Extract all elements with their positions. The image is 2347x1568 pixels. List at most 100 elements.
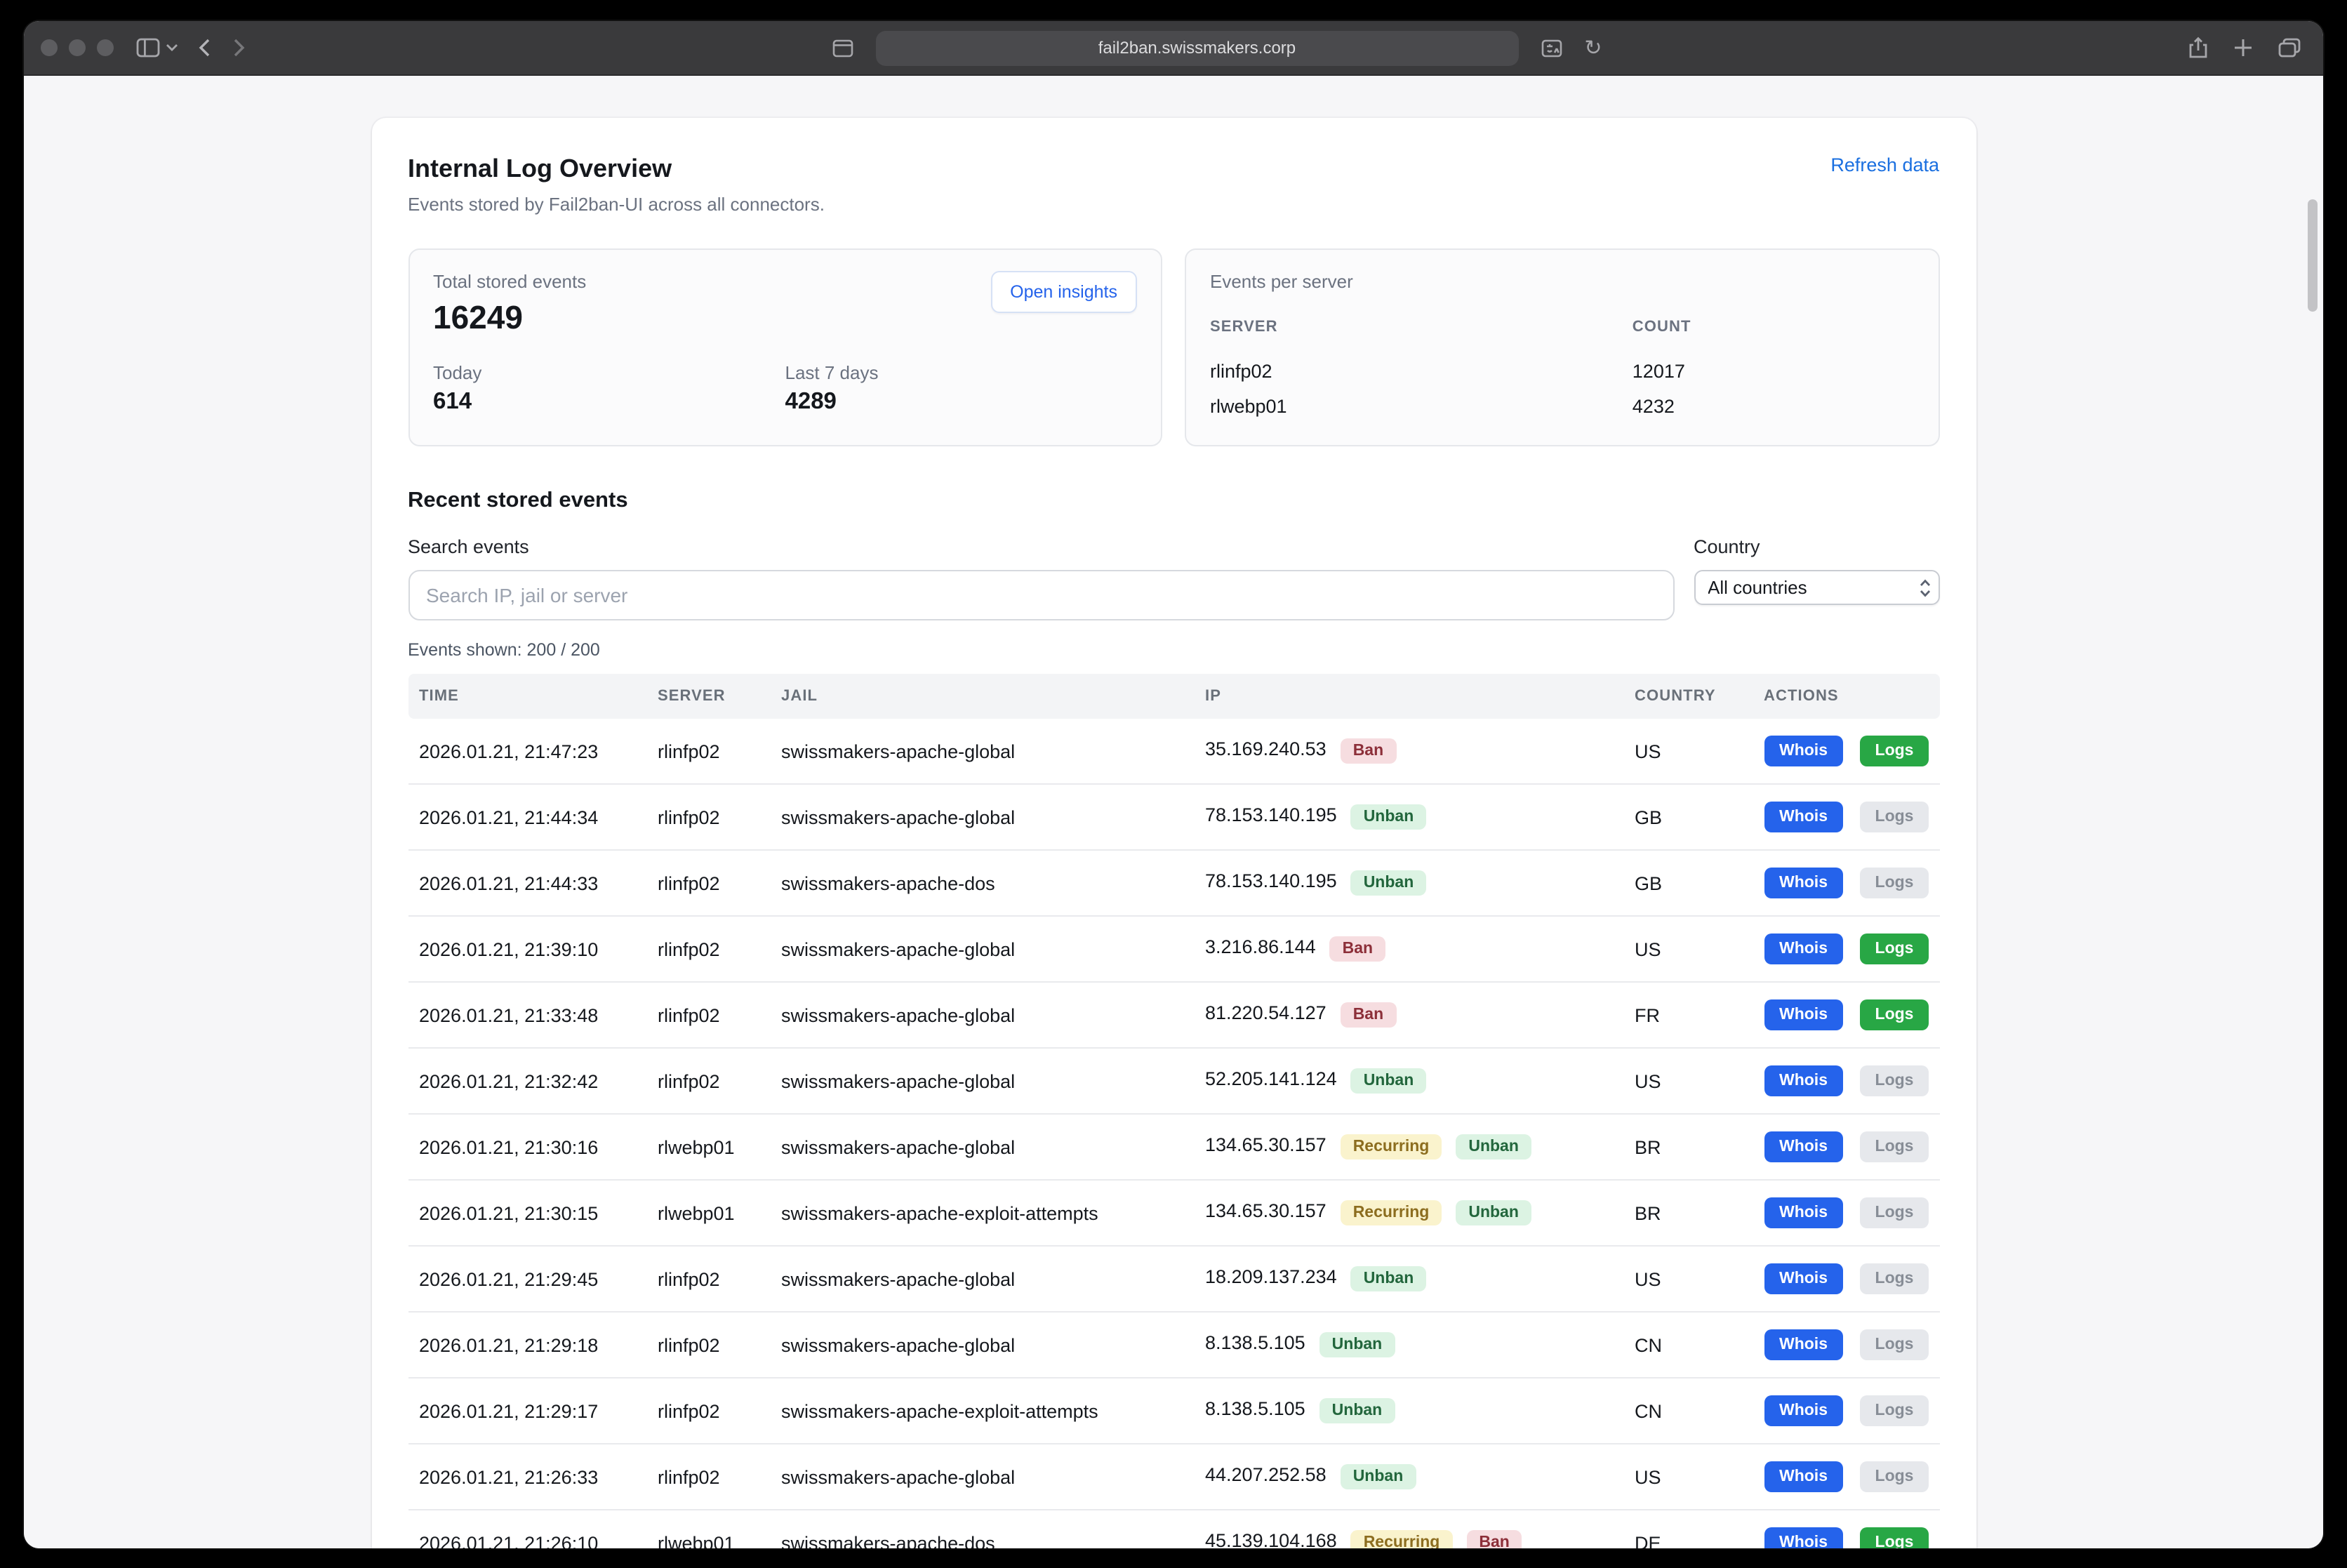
col-server: SERVER: [646, 674, 770, 719]
chevron-down-icon: [166, 44, 178, 52]
events-controls: Search events Country All countries: [408, 536, 1939, 620]
event-row: 2026.01.21, 21:26:33 rlinfp02 swissmaker…: [408, 1444, 1939, 1510]
page-subtitle: Events stored by Fail2ban-UI across all …: [408, 194, 825, 215]
whois-button[interactable]: Whois: [1764, 999, 1843, 1030]
server-name: rlinfp02: [1210, 361, 1633, 382]
event-row: 2026.01.21, 21:44:34 rlinfp02 swissmaker…: [408, 784, 1939, 850]
whois-button[interactable]: Whois: [1764, 736, 1843, 766]
event-server: rlwebp01: [646, 1114, 770, 1180]
logs-button[interactable]: Logs: [1860, 999, 1929, 1030]
event-time: 2026.01.21, 21:30:15: [408, 1180, 646, 1246]
logs-button[interactable]: Logs: [1860, 1131, 1929, 1162]
event-time: 2026.01.21, 21:39:10: [408, 916, 646, 982]
event-row: 2026.01.21, 21:32:42 rlinfp02 swissmaker…: [408, 1048, 1939, 1114]
whois-button[interactable]: Whois: [1764, 1263, 1843, 1294]
event-time: 2026.01.21, 21:29:45: [408, 1246, 646, 1312]
window-controls: [41, 39, 114, 56]
event-ip-cell: 8.138.5.105Unban: [1194, 1378, 1623, 1444]
share-icon[interactable]: [2188, 36, 2208, 59]
logs-button[interactable]: Logs: [1860, 1461, 1929, 1492]
country-select[interactable]: All countries: [1694, 570, 1939, 605]
logs-button[interactable]: Logs: [1860, 1329, 1929, 1360]
event-time: 2026.01.21, 21:26:10: [408, 1510, 646, 1548]
badge-ban: Ban: [1341, 1002, 1396, 1028]
whois-button[interactable]: Whois: [1764, 1131, 1843, 1162]
event-country: CN: [1623, 1378, 1753, 1444]
forward-button[interactable]: [233, 38, 246, 58]
close-button[interactable]: [41, 39, 58, 56]
event-time: 2026.01.21, 21:29:17: [408, 1378, 646, 1444]
whois-button[interactable]: Whois: [1764, 1395, 1843, 1426]
event-row: 2026.01.21, 21:33:48 rlinfp02 swissmaker…: [408, 982, 1939, 1048]
col-country: COUNTRY: [1623, 674, 1753, 719]
event-country: US: [1623, 1048, 1753, 1114]
event-jail: swissmakers-apache-global: [770, 1114, 1194, 1180]
event-actions: Whois Logs: [1753, 1510, 1939, 1548]
event-jail: swissmakers-apache-global: [770, 1444, 1194, 1510]
whois-button[interactable]: Whois: [1764, 934, 1843, 964]
event-row: 2026.01.21, 21:30:16 rlwebp01 swissmaker…: [408, 1114, 1939, 1180]
whois-button[interactable]: Whois: [1764, 802, 1843, 832]
event-country: US: [1623, 916, 1753, 982]
badge-unban: Unban: [1351, 804, 1427, 830]
per-server-col-server: SERVER: [1210, 319, 1633, 347]
logs-button[interactable]: Logs: [1860, 736, 1929, 766]
translate-icon[interactable]: [1541, 39, 1562, 57]
event-actions: Whois Logs: [1753, 850, 1939, 916]
page-icon[interactable]: [832, 39, 853, 57]
event-ip-cell: 78.153.140.195Unban: [1194, 850, 1623, 916]
url-text: fail2ban.swissmakers.corp: [1098, 38, 1296, 58]
whois-button[interactable]: Whois: [1764, 1197, 1843, 1228]
event-row: 2026.01.21, 21:29:18 rlinfp02 swissmaker…: [408, 1312, 1939, 1378]
event-ip: 3.216.86.144: [1205, 936, 1316, 957]
event-time: 2026.01.21, 21:32:42: [408, 1048, 646, 1114]
badge-unban: Unban: [1319, 1398, 1395, 1423]
col-time: TIME: [408, 674, 646, 719]
logs-button[interactable]: Logs: [1860, 802, 1929, 832]
events-table-body: 2026.01.21, 21:47:23 rlinfp02 swissmaker…: [408, 719, 1939, 1548]
badge-ban: Ban: [1466, 1530, 1522, 1548]
open-insights-button[interactable]: Open insights: [990, 271, 1137, 313]
event-ip: 81.220.54.127: [1205, 1002, 1327, 1023]
zoom-button[interactable]: [97, 39, 114, 56]
stats-row: Total stored events 16249 Open insights …: [408, 248, 1939, 446]
event-time: 2026.01.21, 21:33:48: [408, 982, 646, 1048]
event-country: FR: [1623, 982, 1753, 1048]
logs-button[interactable]: Logs: [1860, 934, 1929, 964]
new-tab-button[interactable]: [2233, 38, 2253, 58]
logs-button[interactable]: Logs: [1860, 868, 1929, 898]
whois-button[interactable]: Whois: [1764, 1329, 1843, 1360]
whois-button[interactable]: Whois: [1764, 1527, 1843, 1548]
tabs-overview-icon[interactable]: [2278, 38, 2301, 58]
back-button[interactable]: [198, 38, 211, 58]
logs-button[interactable]: Logs: [1860, 1065, 1929, 1096]
server-count: 12017: [1633, 361, 1914, 382]
events-table: TIME SERVER JAIL IP COUNTRY ACTIONS 2026…: [408, 674, 1939, 1548]
scrollbar-thumb[interactable]: [2308, 199, 2318, 312]
whois-button[interactable]: Whois: [1764, 1461, 1843, 1492]
event-country: US: [1623, 719, 1753, 784]
reload-icon[interactable]: ↻: [1584, 37, 1602, 58]
refresh-data-link[interactable]: Refresh data: [1830, 154, 1939, 175]
server-count: 4232: [1633, 396, 1914, 417]
logs-button[interactable]: Logs: [1860, 1527, 1929, 1548]
event-actions: Whois Logs: [1753, 982, 1939, 1048]
logs-button[interactable]: Logs: [1860, 1263, 1929, 1294]
event-server: rlinfp02: [646, 916, 770, 982]
minimize-button[interactable]: [69, 39, 86, 56]
logs-button[interactable]: Logs: [1860, 1197, 1929, 1228]
event-server: rlinfp02: [646, 1048, 770, 1114]
search-input[interactable]: [408, 570, 1674, 620]
event-row: 2026.01.21, 21:26:10 rlwebp01 swissmaker…: [408, 1510, 1939, 1548]
event-ip: 45.139.104.168: [1205, 1530, 1337, 1548]
col-actions: ACTIONS: [1753, 674, 1939, 719]
toolbar-right: [2188, 36, 2301, 59]
badge-unban: Unban: [1351, 1266, 1427, 1291]
event-country: CN: [1623, 1312, 1753, 1378]
address-bar[interactable]: fail2ban.swissmakers.corp: [875, 30, 1518, 65]
logs-button[interactable]: Logs: [1860, 1395, 1929, 1426]
whois-button[interactable]: Whois: [1764, 1065, 1843, 1096]
whois-button[interactable]: Whois: [1764, 868, 1843, 898]
sidebar-toggle[interactable]: [136, 38, 178, 58]
nav-arrows: [198, 38, 246, 58]
